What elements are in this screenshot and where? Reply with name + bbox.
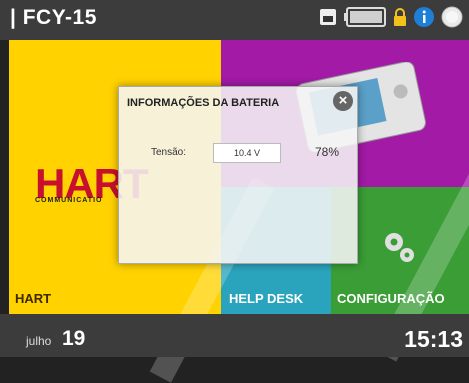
dialog-title: INFORMAÇÕES DA BATERIA: [127, 97, 280, 109]
bottom-status-bar: julho 19 15:13: [0, 314, 469, 357]
date-month: julho: [26, 334, 52, 348]
lock-icon[interactable]: [393, 7, 407, 32]
tension-label: Tensão:: [151, 147, 187, 158]
info-icon[interactable]: [413, 6, 435, 33]
gears-icon: [385, 233, 414, 262]
battery-icon[interactable]: [343, 6, 387, 33]
clock: 15:13: [404, 326, 463, 352]
date-day: 19: [62, 327, 86, 350]
tension-value: 10.4 V: [213, 143, 281, 163]
top-status-bar: | FCY-15: [0, 0, 469, 40]
sd-card-icon[interactable]: [319, 7, 337, 32]
close-icon[interactable]: ×: [333, 91, 353, 111]
battery-info-dialog: INFORMAÇÕES DA BATERIA × Tensão: 10.4 V …: [118, 86, 358, 264]
device-title: | FCY-15: [10, 6, 97, 29]
power-icon[interactable]: [441, 6, 463, 33]
status-icons: [319, 6, 463, 33]
battery-percent: 78%: [315, 145, 340, 159]
helpdesk-tile-label: HELP DESK: [229, 291, 304, 306]
hart-tile-label: HART: [15, 291, 52, 306]
hart-logo-subtitle: COMMUNICATIO: [35, 197, 103, 204]
